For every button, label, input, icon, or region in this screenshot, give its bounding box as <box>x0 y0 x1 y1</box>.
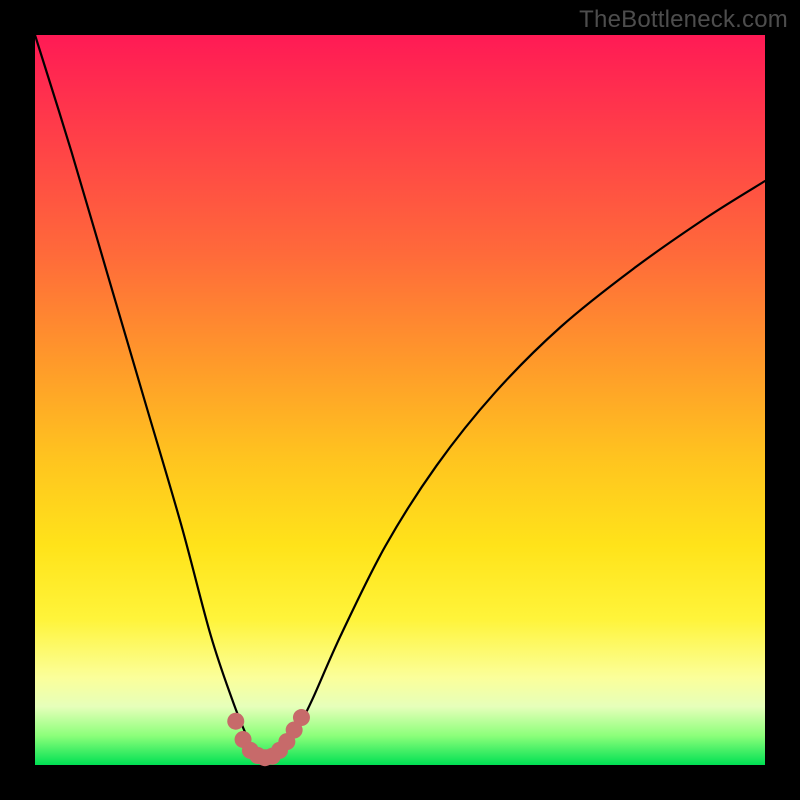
outer-frame: TheBottleneck.com <box>0 0 800 800</box>
plot-area <box>35 35 765 765</box>
valley-markers <box>227 709 310 766</box>
bottleneck-curve <box>35 35 765 760</box>
valley-marker <box>293 709 310 726</box>
watermark-text: TheBottleneck.com <box>579 6 788 34</box>
valley-marker <box>227 713 244 730</box>
chart-svg <box>35 35 765 765</box>
